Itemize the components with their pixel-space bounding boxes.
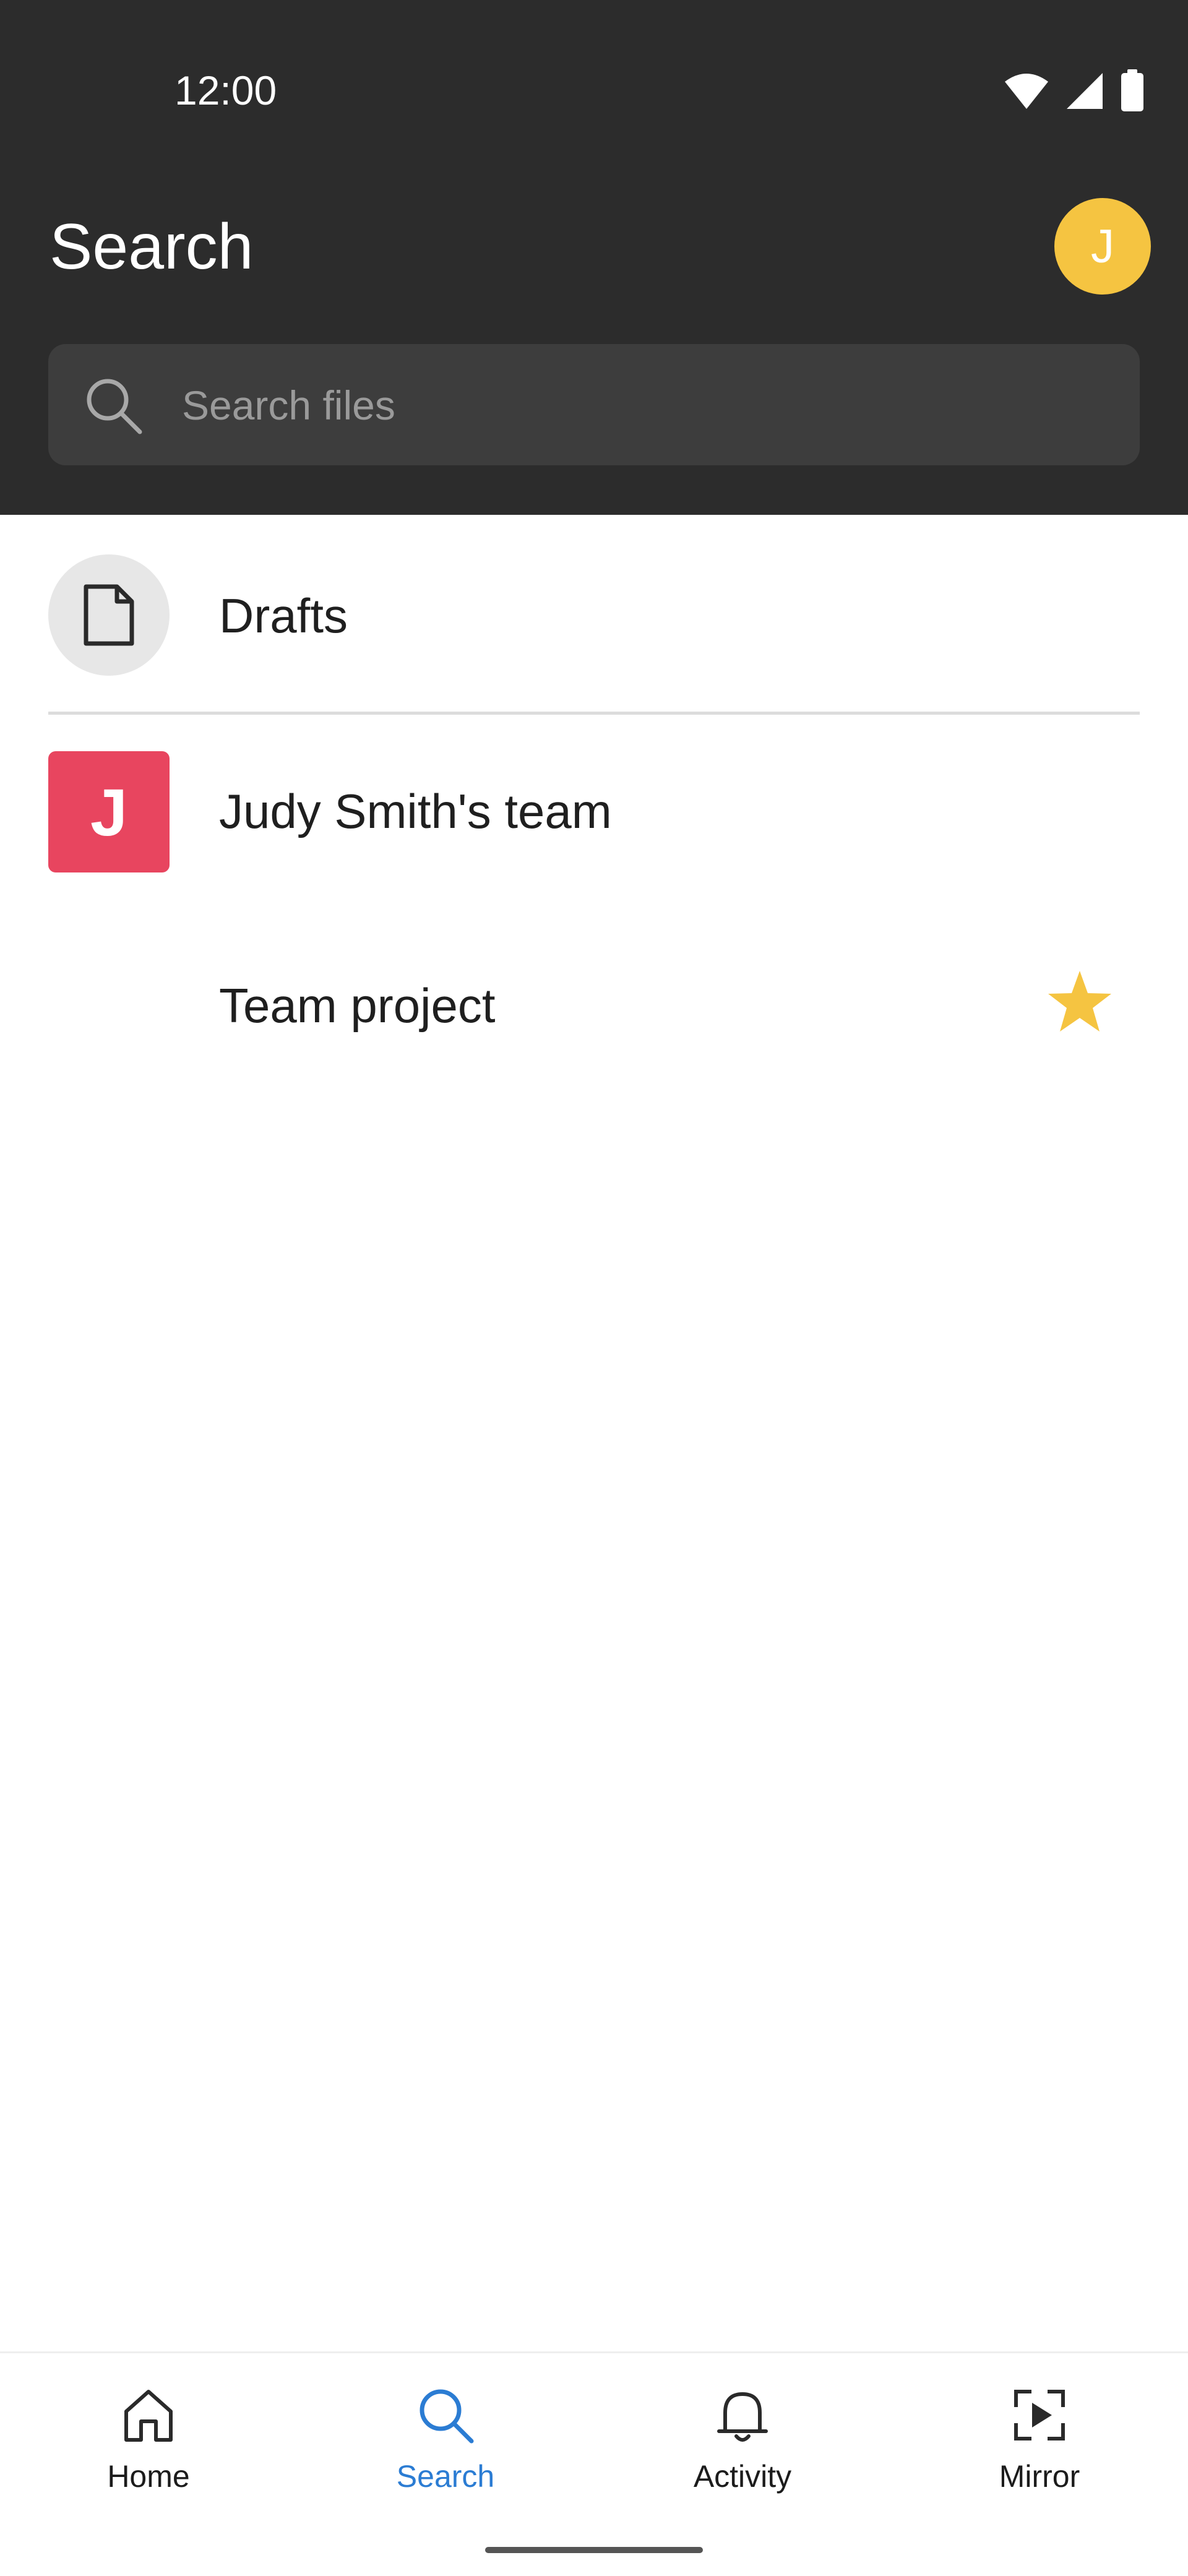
list-item-team-project[interactable]: Team project [0,928,1188,1083]
list-item-drafts[interactable]: Drafts [0,545,1188,713]
status-time: 12:00 [174,67,277,113]
nav-search[interactable]: Search [353,2384,538,2520]
search-input[interactable] [181,369,1111,442]
cellular-signal-icon [1067,73,1103,109]
star-icon[interactable] [1046,968,1114,1036]
nav-activity-label: Activity [693,2459,792,2494]
divider [48,712,1140,715]
nav-mirror[interactable]: Mirror [947,2384,1132,2520]
team-label: Judy Smith's team [219,784,612,838]
search-bar[interactable] [48,344,1140,465]
status-icons [1004,69,1145,111]
nav-home[interactable]: Home [56,2384,241,2520]
team-initial: J [90,774,128,850]
avatar[interactable]: J [1054,198,1151,295]
avatar-initial: J [1091,220,1114,273]
home-indicator[interactable] [485,2547,703,2553]
app-header: 12:00 Search J [0,0,1188,515]
nav-mirror-label: Mirror [999,2459,1080,2494]
home-icon [124,2390,173,2442]
mirror-icon [1014,2390,1065,2440]
drafts-label: Drafts [219,588,348,643]
nav-activity[interactable]: Activity [650,2384,835,2520]
list-item-team[interactable]: J Judy Smith's team [0,730,1188,891]
bell-icon [717,2392,768,2442]
search-icon [87,379,142,434]
team-avatar: J [48,751,170,872]
battery-icon [1121,69,1143,111]
project-label: Team project [219,978,496,1033]
drafts-icon-container [48,554,170,676]
bottom-navigation: Home Search Activity Mirror [0,2351,1188,2576]
document-icon [84,584,134,646]
wifi-icon [1005,74,1048,109]
search-icon [420,2389,474,2444]
nav-home-label: Home [107,2459,190,2494]
nav-search-label: Search [396,2459,495,2494]
status-bar: 12:00 [0,0,1188,186]
page-title: Search [50,211,254,283]
